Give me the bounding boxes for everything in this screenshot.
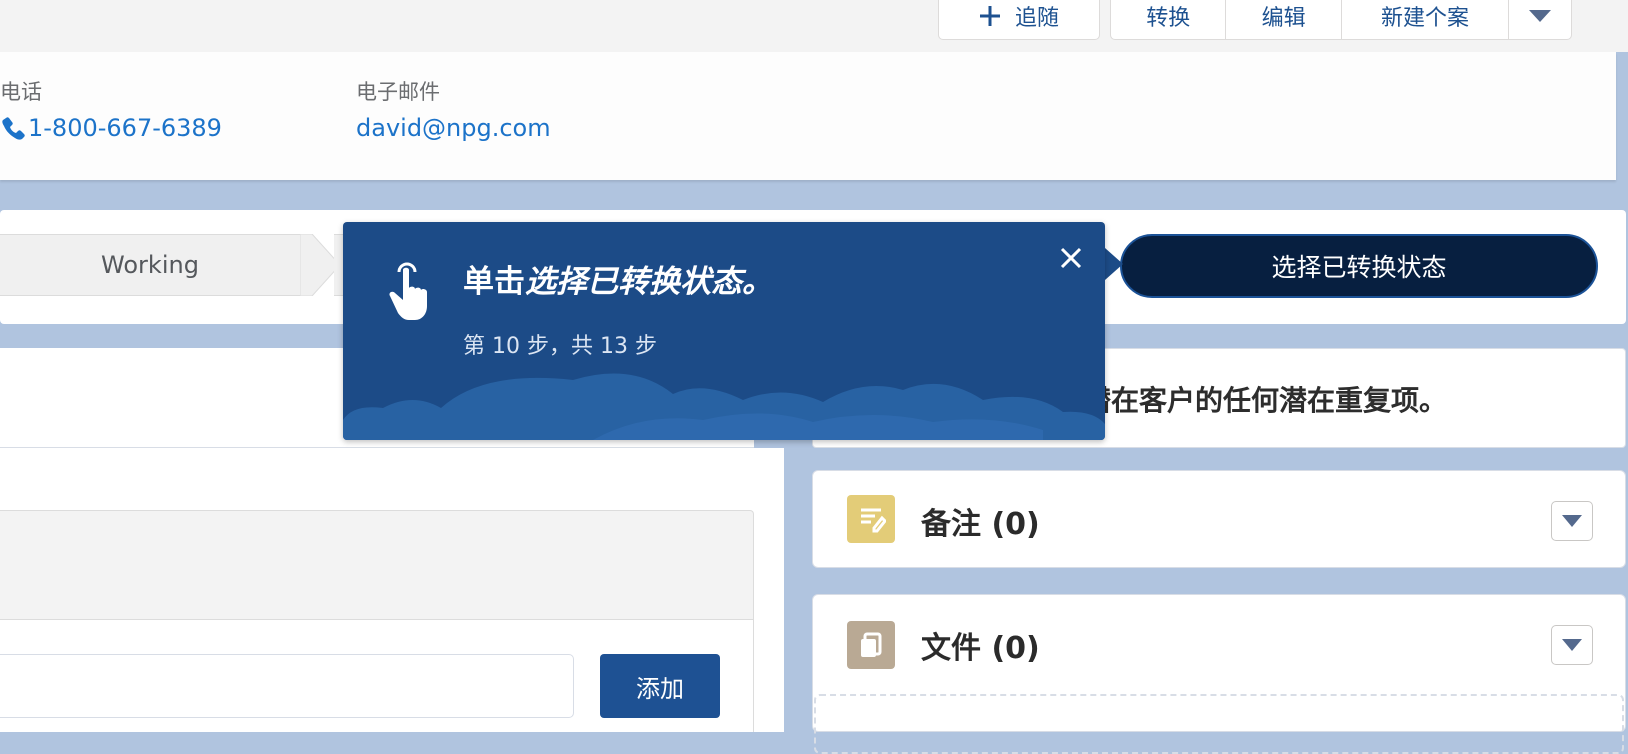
phone-label: 电话 bbox=[0, 80, 42, 104]
action-button-group: 转换 编辑 新建个案 bbox=[1110, 0, 1572, 40]
add-label: 添加 bbox=[636, 674, 684, 703]
edit-button[interactable]: 编辑 bbox=[1226, 0, 1342, 39]
tooltip-arrow bbox=[1105, 248, 1123, 280]
file-icon bbox=[847, 621, 895, 669]
convert-label: 转换 bbox=[1146, 6, 1191, 31]
notes-card: 备注 (0) bbox=[812, 470, 1626, 568]
more-actions-button[interactable] bbox=[1509, 0, 1571, 39]
follow-button[interactable]: 追随 bbox=[939, 0, 1099, 39]
close-icon[interactable] bbox=[1055, 242, 1087, 274]
select-status-label: 选择已转换状态 bbox=[1271, 253, 1447, 282]
chatter-publisher bbox=[0, 510, 754, 620]
convert-button[interactable]: 转换 bbox=[1111, 0, 1227, 39]
hand-pointer-icon bbox=[385, 260, 431, 326]
edit-label: 编辑 bbox=[1261, 6, 1306, 31]
email-link[interactable]: david@npg.com bbox=[356, 114, 551, 142]
select-converted-status-button[interactable]: 选择已转换状态 bbox=[1120, 234, 1598, 298]
plus-icon bbox=[979, 5, 1001, 27]
tooltip-step-count: 第 10 步，共 13 步 bbox=[463, 334, 657, 359]
highlights-panel: 电话 1-800-667-6389 电子邮件 david@npg.com bbox=[0, 52, 1616, 180]
email-value: david@npg.com bbox=[356, 114, 551, 142]
add-button[interactable]: 添加 bbox=[600, 654, 720, 718]
chevron-down-icon bbox=[1561, 638, 1583, 652]
chevron-down-icon bbox=[1561, 514, 1583, 528]
duplicates-message: 潜在客户的任何潜在重复项。 bbox=[1083, 384, 1448, 417]
files-menu-button[interactable] bbox=[1551, 625, 1593, 665]
tour-tooltip: 单击选择已转换状态。 第 10 步，共 13 步 bbox=[343, 222, 1105, 440]
chevron-down-icon bbox=[1528, 8, 1552, 24]
notes-title[interactable]: 备注 (0) bbox=[921, 499, 1040, 543]
files-title[interactable]: 文件 (0) bbox=[921, 623, 1040, 667]
phone-link[interactable]: 1-800-667-6389 bbox=[0, 114, 222, 142]
path-step-working[interactable]: Working bbox=[0, 234, 310, 296]
path-step-label: Working bbox=[101, 251, 199, 279]
email-label: 电子邮件 bbox=[356, 80, 440, 104]
new-case-button[interactable]: 新建个案 bbox=[1342, 0, 1509, 39]
note-icon bbox=[847, 495, 895, 543]
phone-value: 1-800-667-6389 bbox=[28, 114, 222, 142]
tooltip-title: 单击选择已转换状态。 bbox=[463, 256, 773, 301]
notes-menu-button[interactable] bbox=[1551, 501, 1593, 541]
tooltip-title-prefix: 单击 bbox=[463, 264, 525, 300]
follow-label: 追随 bbox=[1014, 6, 1059, 31]
post-input[interactable] bbox=[0, 654, 574, 718]
cloud-decoration bbox=[343, 373, 1105, 440]
phone-icon bbox=[0, 115, 26, 141]
new-case-label: 新建个案 bbox=[1380, 6, 1469, 31]
tooltip-title-emphasis: 选择已转换状态。 bbox=[525, 264, 773, 300]
file-drop-zone[interactable] bbox=[814, 694, 1624, 754]
follow-button-group: 追随 bbox=[938, 0, 1100, 40]
